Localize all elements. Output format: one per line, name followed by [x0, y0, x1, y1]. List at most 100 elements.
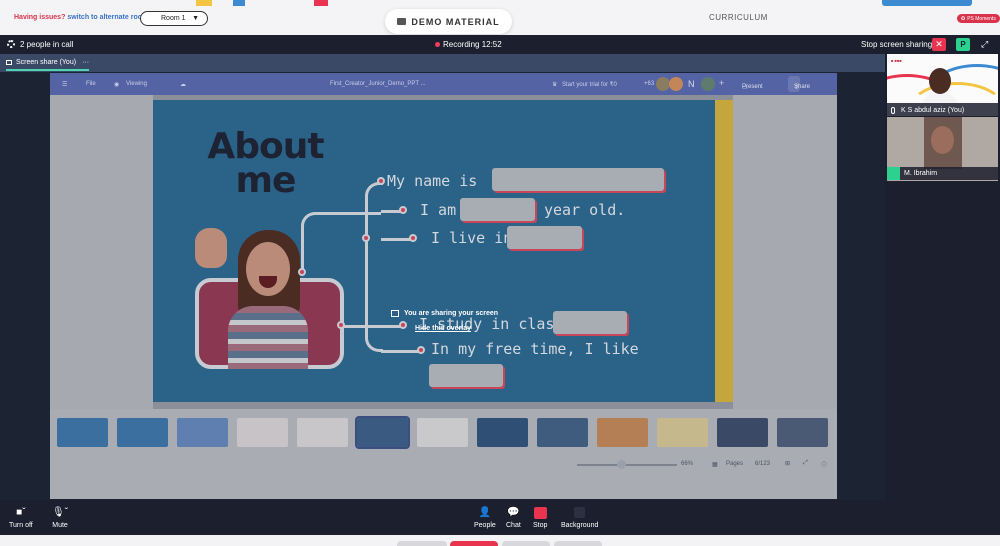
- start-trial-link[interactable]: Start your trial for ₹0: [562, 81, 617, 88]
- recording-time: Recording 12:52: [443, 40, 502, 49]
- room-select[interactable]: Room 1 ▼: [140, 11, 208, 26]
- call-controls: ■ˇ Turn off 🎙ˇ Mute 👤 People 💬 Chat Stop: [0, 500, 1000, 535]
- curriculum-link[interactable]: CURRICULUM: [709, 13, 768, 22]
- stop-label: Stop: [533, 522, 548, 529]
- connector-node: [362, 234, 370, 242]
- slide-thumbnail[interactable]: [597, 418, 648, 447]
- slide-thumbnail[interactable]: [177, 418, 228, 447]
- collaborator-count: +63: [644, 81, 655, 87]
- stop-sharing-close-icon[interactable]: ✕: [932, 38, 946, 51]
- connector-node: [399, 321, 407, 329]
- call-header: 2 people in call Recording 12:52 Stop sc…: [0, 35, 1000, 54]
- expand-icon[interactable]: ⤢: [981, 39, 988, 50]
- slide-thumbnail[interactable]: [117, 418, 168, 447]
- slide-thumbnail[interactable]: [57, 418, 108, 447]
- footer-pill[interactable]: [450, 541, 498, 546]
- decor-shape: [314, 0, 328, 6]
- stop-screen-sharing-label[interactable]: Stop screen sharing: [861, 40, 932, 49]
- ps-moments-badge[interactable]: ✪ PS Moments: [957, 14, 1000, 23]
- i-am-text: I am: [420, 201, 457, 219]
- slide-thumbnail[interactable]: [477, 418, 528, 447]
- microphone-icon: 🎙ˇ: [52, 507, 69, 518]
- avatar[interactable]: [701, 77, 715, 91]
- hobby-blank-box: [429, 364, 503, 387]
- cloud-icon: ☁: [180, 82, 186, 88]
- tab-screen-share[interactable]: Screen share (You) ···: [6, 57, 90, 71]
- gear-icon[interactable]: [7, 40, 15, 48]
- connector-node: [417, 346, 425, 354]
- top-blue-tab[interactable]: [882, 0, 972, 6]
- participant-name-bar: K S abdul aziz (You): [887, 103, 998, 117]
- footer-pill[interactable]: [397, 541, 447, 546]
- slide-thumbnail[interactable]: [297, 418, 348, 447]
- slide-thumbnail[interactable]: [417, 418, 468, 447]
- free-time-text: In my free time, I like: [431, 340, 639, 358]
- background-icon: [574, 506, 586, 519]
- participant-head: [929, 68, 951, 94]
- file-menu[interactable]: File: [86, 81, 96, 87]
- slide-thumbnail[interactable]: [355, 416, 410, 449]
- present-button[interactable]: ▭ Present: [736, 76, 763, 92]
- monitor-icon: [6, 60, 12, 65]
- more-icon[interactable]: ···: [82, 59, 89, 66]
- background-label: Background: [561, 522, 599, 529]
- waving-hand-illustration: [195, 228, 227, 268]
- recording-indicator: Recording 12:52: [435, 40, 502, 49]
- demo-material-button[interactable]: DEMO MATERIAL: [385, 9, 512, 34]
- add-collaborator-icon[interactable]: +: [719, 78, 724, 88]
- year-old-text: year old.: [544, 201, 626, 219]
- slide-thumbnail[interactable]: [777, 418, 828, 447]
- i-live-text: I live in: [431, 229, 513, 247]
- avatar-letter[interactable]: N: [688, 79, 695, 89]
- people-button[interactable]: 👤 People: [474, 506, 496, 529]
- monitor-icon: [391, 310, 399, 317]
- viewing-menu[interactable]: Viewing: [126, 81, 147, 87]
- footer-pill[interactable]: [554, 541, 602, 546]
- menu-icon[interactable]: ☰: [62, 81, 67, 88]
- girl-shirt: [228, 306, 308, 369]
- avatar[interactable]: [669, 77, 683, 91]
- fullscreen-icon[interactable]: ⤢: [803, 460, 808, 467]
- pages-icon[interactable]: ▦: [712, 461, 718, 468]
- pages-button[interactable]: Pages: [726, 461, 743, 467]
- background-button[interactable]: Background: [561, 506, 598, 529]
- having-issues-label: Having issues?: [14, 14, 66, 21]
- people-label: People: [474, 522, 496, 529]
- stop-share-button[interactable]: Stop: [533, 506, 547, 529]
- my-name-text: My name is: [387, 172, 478, 190]
- chat-button[interactable]: 💬 Chat: [506, 506, 521, 529]
- speaking-microphone-icon: [887, 167, 900, 180]
- slide-thumbnail[interactable]: [657, 418, 708, 447]
- footer-pill[interactable]: [502, 541, 550, 546]
- chat-bubble-icon: 💬: [507, 507, 520, 518]
- share-button[interactable]: ⇪ Share: [788, 76, 810, 92]
- avatar[interactable]: [656, 77, 670, 91]
- participant-name-bar: M. Ibrahim: [887, 167, 998, 180]
- mute-label: Mute: [52, 522, 68, 529]
- slide-thumbnail[interactable]: [537, 418, 588, 447]
- city-blank-box: [507, 226, 582, 249]
- top-bar: Having issues? switch to alternate room …: [0, 0, 1000, 35]
- hide-overlay-link[interactable]: Hide this overlay: [415, 325, 471, 332]
- slide-thumbnail[interactable]: [717, 418, 768, 447]
- slide-thumbnail[interactable]: [237, 418, 288, 447]
- participant-face: [931, 126, 954, 154]
- tab-screen-share-label: Screen share (You): [16, 59, 77, 66]
- screen-share-area: ☰ File ◉ Viewing ☁ First_Creator_Junior_…: [0, 72, 885, 500]
- connector-node: [377, 177, 385, 185]
- help-icon[interactable]: ⓘ: [821, 460, 827, 469]
- share-label: Share: [794, 84, 811, 90]
- zoom-slider-handle[interactable]: [617, 460, 626, 469]
- slide-side-stripe: [715, 100, 733, 402]
- turn-off-label: Turn off: [9, 522, 33, 529]
- grid-icon[interactable]: ⊞: [785, 460, 790, 467]
- switch-room-link[interactable]: switch to alternate room: [67, 14, 148, 21]
- mute-button[interactable]: 🎙ˇ Mute: [52, 506, 68, 529]
- camera-toggle-button[interactable]: ■ˇ Turn off: [9, 506, 33, 529]
- connector-node: [399, 206, 407, 214]
- zoom-slider-track[interactable]: [577, 464, 677, 466]
- girl-photo: [228, 230, 308, 369]
- zoom-level: 66%: [681, 461, 694, 467]
- participant-badge[interactable]: P: [956, 38, 970, 51]
- chat-label: Chat: [506, 522, 521, 529]
